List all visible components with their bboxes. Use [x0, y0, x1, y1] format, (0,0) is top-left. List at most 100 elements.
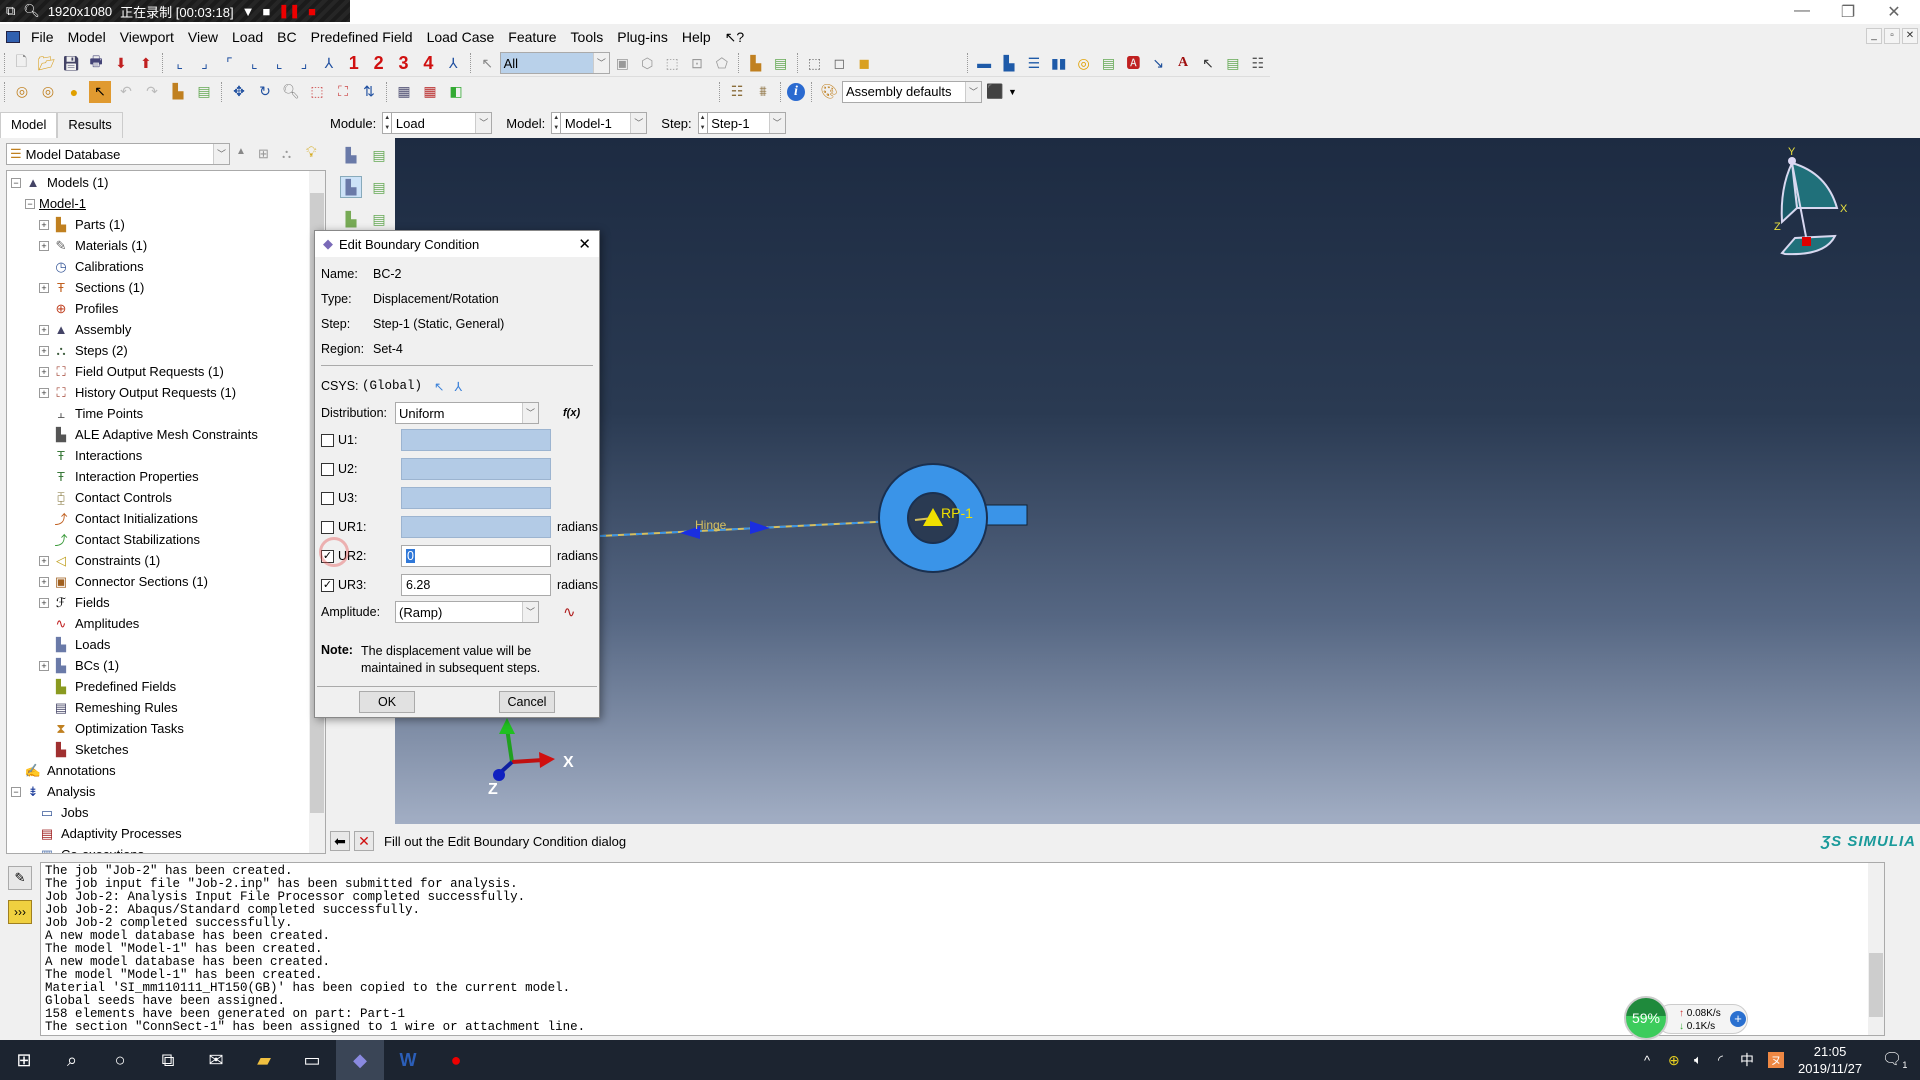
menu-help[interactable]: Help	[675, 29, 718, 45]
pause-icon[interactable]: ❚❚	[278, 3, 300, 19]
tree-item[interactable]: ▙ ALE Adaptive Mesh Constraints	[39, 424, 258, 445]
select-angle-icon[interactable]: ⬠	[711, 52, 732, 74]
cascade-viewports-icon[interactable]: ▙	[999, 52, 1020, 74]
text-arrow-annotation-icon[interactable]: 🅰	[1123, 52, 1144, 74]
task-view-icon[interactable]: ⧉	[144, 1040, 192, 1080]
dof-value-field[interactable]	[401, 487, 551, 509]
sphere-icon[interactable]: ●	[63, 81, 85, 103]
export-icon[interactable]: ⬆	[135, 52, 156, 74]
python-console-icon[interactable]: ›››	[8, 900, 32, 924]
cortana-icon[interactable]: ○	[96, 1040, 144, 1080]
tree-item[interactable]: + ▙ BCs (1)	[39, 655, 119, 676]
accelerate-icon[interactable]: +	[1730, 1011, 1746, 1027]
expand-icon[interactable]: +	[39, 555, 49, 566]
import-icon[interactable]: ⬇	[111, 52, 132, 74]
pointer-icon[interactable]: ↖	[1198, 52, 1219, 74]
view-bottom-icon[interactable]: ⌞	[244, 52, 265, 74]
distribution-combo[interactable]: Uniform ﹀	[395, 402, 539, 424]
dof-value-field[interactable]	[401, 458, 551, 480]
dropdown-arrow-icon[interactable]: ▼	[1008, 87, 1017, 97]
start-icon[interactable]: ⊞	[0, 1040, 48, 1080]
ladder-icon[interactable]: ⩩	[752, 81, 774, 103]
expand-icon[interactable]: +	[39, 660, 49, 671]
dof-checkbox[interactable]	[321, 520, 334, 534]
expand-icon[interactable]: +	[39, 366, 49, 377]
lightbulb-icon[interactable]: 💡︎	[306, 144, 317, 161]
expand-icon[interactable]: +	[39, 597, 49, 608]
cycle-views-icon[interactable]: ⇅	[358, 81, 380, 103]
menu-view[interactable]: View	[181, 29, 225, 45]
camera-icon[interactable]: ■	[262, 4, 270, 19]
dof-value-field[interactable]: 0	[401, 545, 551, 567]
message-area-icon[interactable]: ✎	[8, 866, 32, 890]
search-icon[interactable]: ⌕	[48, 1040, 96, 1080]
spin-icon[interactable]: ▲ ▼	[383, 113, 393, 133]
tree-item[interactable]: + ⛬ Steps (2)	[39, 340, 128, 361]
annotation-manager-icon[interactable]: ▤	[1222, 52, 1243, 74]
tile-horizontal-icon[interactable]: ☰	[1023, 52, 1044, 74]
view-top-icon[interactable]: ⌜	[219, 52, 240, 74]
recorder-icon[interactable]: ●	[432, 1040, 480, 1080]
redo-icon[interactable]: ↷	[141, 81, 163, 103]
wifi-icon[interactable]: ◜	[1718, 1052, 1723, 1068]
print-icon[interactable]: 🖶	[86, 52, 107, 74]
security-tray-icon[interactable]: ⊕	[1668, 1052, 1680, 1069]
view-front-icon[interactable]: ⌞	[169, 52, 190, 74]
zoom-icon[interactable]: 🔍︎	[280, 81, 302, 103]
link-viewports-icon[interactable]: ◎	[1073, 52, 1094, 74]
select-arrow-icon[interactable]: ↖	[477, 52, 498, 74]
tile-vertical-icon[interactable]: ▮▮	[1048, 52, 1069, 74]
create-load-icon[interactable]: ▙	[340, 144, 362, 166]
hidden-line-icon[interactable]: ◻	[829, 52, 850, 74]
user-view-1-button[interactable]: 1	[343, 52, 364, 74]
tab-results[interactable]: Results	[57, 112, 123, 138]
selection-filter-combo[interactable]: All ﹀	[499, 52, 610, 74]
expand-icon[interactable]: +	[39, 345, 49, 356]
spin-icon[interactable]: ▲ ▼	[699, 113, 708, 133]
mdi-close-button[interactable]: ✕	[1902, 28, 1918, 44]
menu-predefined-field[interactable]: Predefined Field	[304, 29, 420, 45]
csys-triad-icon[interactable]: ⅄	[455, 379, 463, 394]
file-explorer-icon[interactable]: ▰	[240, 1040, 288, 1080]
dof-value-field[interactable]	[401, 429, 551, 451]
tree-item[interactable]: ∿ Amplitudes	[39, 613, 140, 634]
legend-icon[interactable]: ☷	[1247, 52, 1268, 74]
chevron-down-icon[interactable]: ﹀	[475, 113, 492, 133]
minimize-button[interactable]: —	[1782, 2, 1822, 20]
tree-item[interactable]: − ⇟ Analysis	[11, 781, 95, 802]
tree-item[interactable]: ⫠ Time Points	[39, 403, 143, 424]
tree-item[interactable]: + ◁ Constraints (1)	[39, 550, 160, 571]
chevron-down-icon[interactable]: ﹀	[630, 113, 647, 133]
tree-item[interactable]: + ▲ Assembly	[39, 319, 131, 340]
tree-item[interactable]: ⧮ Contact Controls	[39, 487, 172, 508]
select-chain-icon[interactable]: ⊡	[687, 52, 708, 74]
step-combo[interactable]: ▲ ▼ Step-1 ﹀	[697, 112, 786, 134]
translate-part-icon[interactable]: ▙	[167, 81, 189, 103]
context-help-icon[interactable]: ↖?	[718, 29, 752, 46]
word-icon[interactable]: W	[384, 1040, 432, 1080]
expand-icon[interactable]: +	[39, 576, 49, 587]
volume-icon[interactable]: 🔈︎	[1694, 1052, 1702, 1068]
module-combo[interactable]: ▲ ▼ Load ﹀	[382, 112, 493, 134]
tree-item[interactable]: ✍ Annotations	[11, 760, 116, 781]
expand-tree-icon[interactable]: ⊞	[258, 146, 269, 162]
close-button[interactable]: ✕	[1874, 2, 1914, 22]
tree-item[interactable]: Ŧ Interactions	[39, 445, 142, 466]
viewport[interactable]: x Hinge RP-1 Y X Z	[395, 138, 1920, 824]
chevron-down-icon[interactable]: ﹀	[965, 81, 981, 102]
filter-tree-icon[interactable]: ⛬	[282, 146, 291, 162]
tree-item[interactable]: ⊕ Profiles	[39, 298, 119, 319]
chevron-down-icon[interactable]: ﹀	[522, 403, 538, 423]
tree-item[interactable]: + ▣ Connector Sections (1)	[39, 571, 208, 592]
tree-item[interactable]: Ŧ Interaction Properties	[39, 466, 199, 487]
view-right-icon[interactable]: ⌟	[294, 52, 315, 74]
collapse-icon[interactable]: −	[11, 786, 21, 797]
tree-item[interactable]: + ✎ Materials (1)	[39, 235, 147, 256]
load-manager-icon[interactable]: ▤	[368, 144, 390, 166]
auto-fit-icon[interactable]: ⛶	[332, 81, 354, 103]
expand-icon[interactable]: +	[39, 282, 49, 293]
bc-manager-icon[interactable]: ▤	[368, 176, 390, 198]
menu-tools[interactable]: Tools	[564, 29, 611, 45]
tree-item[interactable]: ▭ Jobs	[25, 802, 89, 823]
view-back-icon[interactable]: ⌟	[194, 52, 215, 74]
